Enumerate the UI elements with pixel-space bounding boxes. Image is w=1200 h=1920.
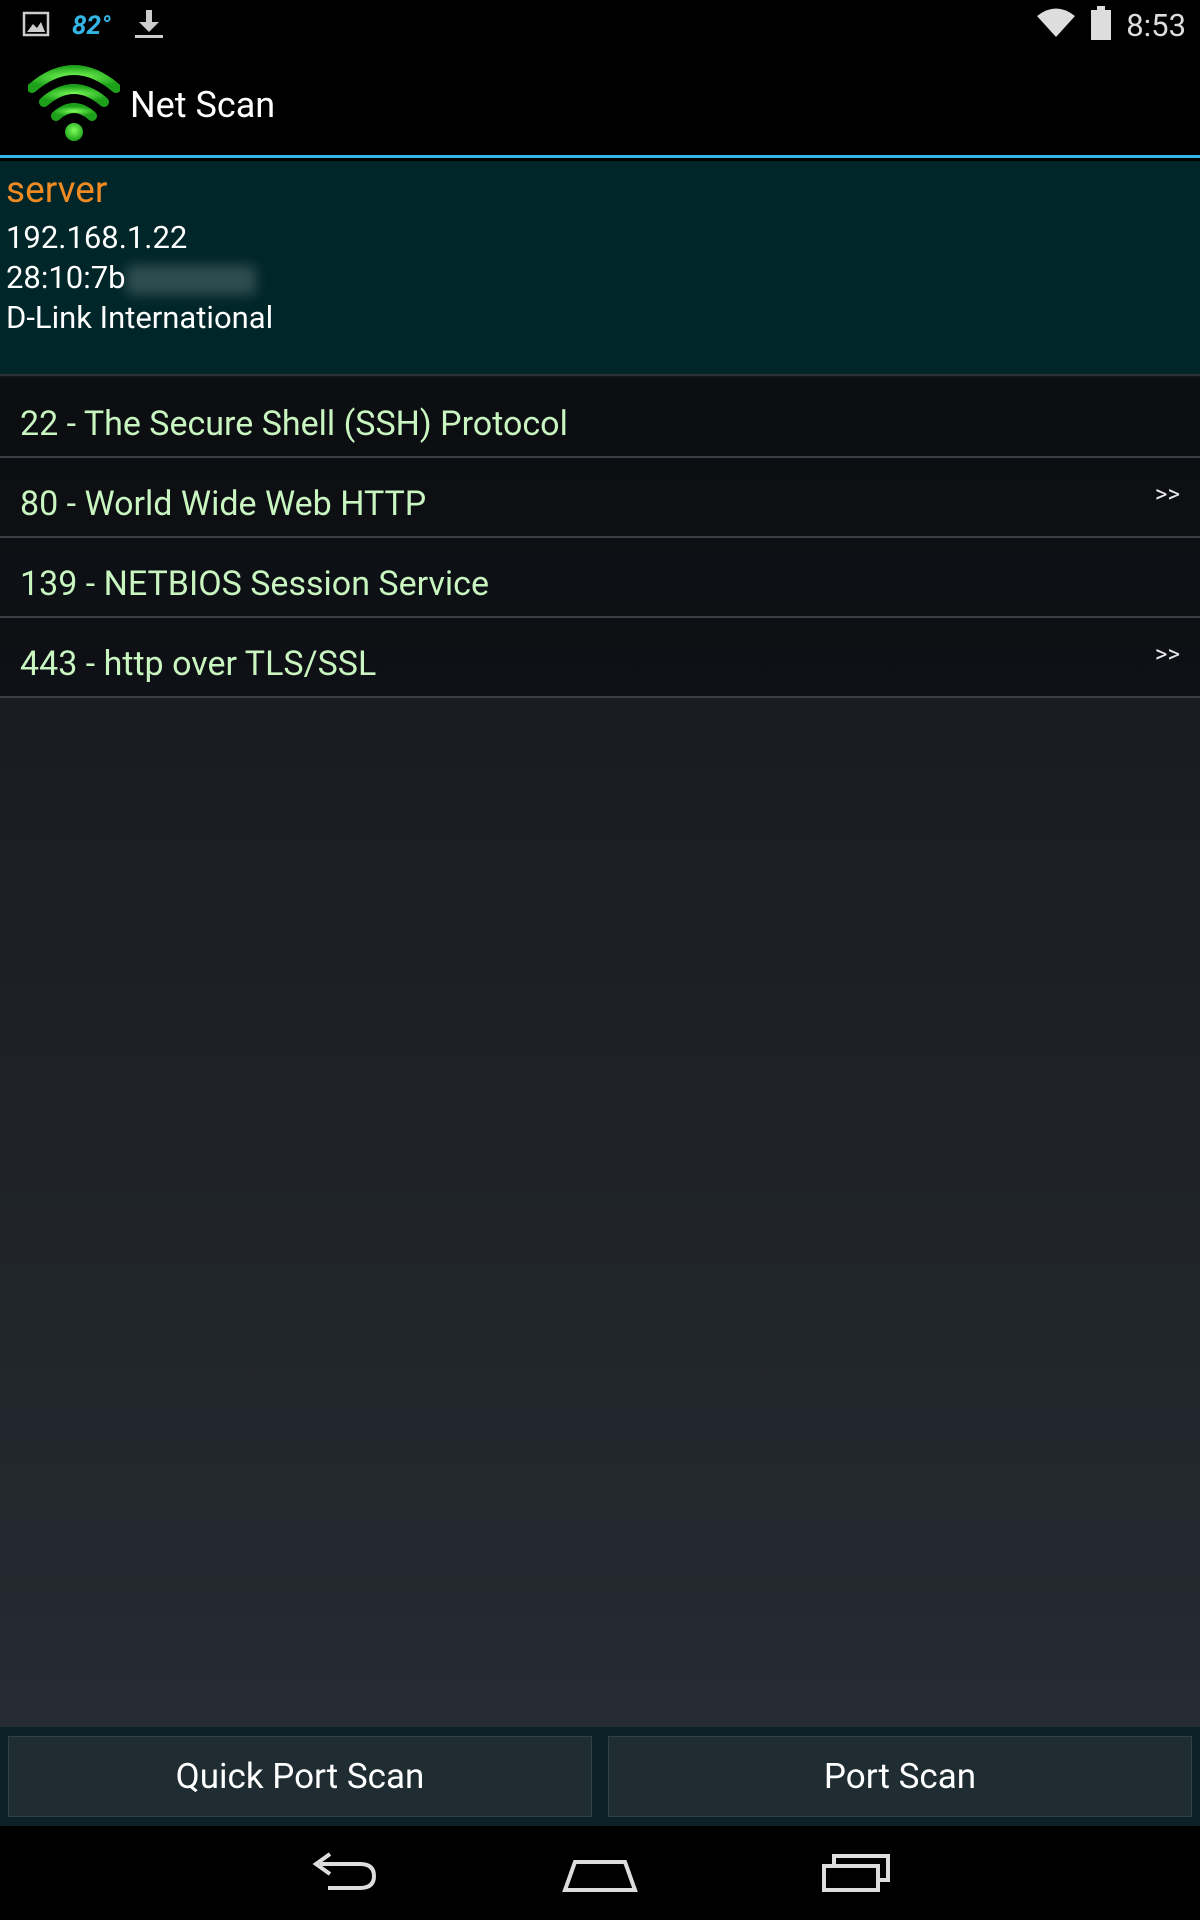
home-icon[interactable]: [555, 1846, 645, 1902]
host-vendor: D-Link International: [6, 299, 274, 336]
notification-icons: 82°: [22, 6, 165, 46]
system-icons: 8:53: [1036, 4, 1186, 46]
back-icon[interactable]: [298, 1846, 388, 1902]
host-ip: 192.168.1.22: [6, 219, 188, 256]
wifi-icon: [1036, 7, 1076, 43]
content-area: server 192.168.1.22 28:10:7b D-Link Inte…: [0, 161, 1200, 1727]
app-title: Net Scan: [130, 84, 276, 126]
host-mac: 28:10:7b: [6, 259, 256, 296]
port-label: 80 - World Wide Web HTTP: [20, 484, 427, 524]
gallery-icon: [22, 10, 50, 42]
mac-redaction: [125, 264, 256, 295]
battery-icon: [1090, 6, 1112, 44]
port-row-443[interactable]: 443 - http over TLS/SSL >>: [0, 618, 1200, 698]
port-label: 139 - NETBIOS Session Service: [20, 564, 490, 604]
navigation-bar: [0, 1826, 1200, 1920]
clock: 8:53: [1126, 6, 1186, 44]
temperature-text: 82°: [72, 11, 111, 41]
host-mac-text: 28:10:7b: [6, 259, 126, 296]
port-label: 22 - The Secure Shell (SSH) Protocol: [20, 404, 568, 444]
status-bar: 82° 8:53: [0, 0, 1200, 50]
port-row-139[interactable]: 139 - NETBIOS Session Service: [0, 538, 1200, 618]
open-port-arrow[interactable]: >>: [1155, 480, 1180, 508]
recent-apps-icon[interactable]: [812, 1846, 902, 1902]
action-bar: Net Scan: [0, 50, 1200, 158]
host-info-card: server 192.168.1.22 28:10:7b D-Link Inte…: [0, 161, 1200, 376]
download-icon: [133, 8, 165, 44]
quick-port-scan-button[interactable]: Quick Port Scan: [8, 1736, 592, 1817]
open-port-arrow[interactable]: >>: [1155, 640, 1180, 668]
host-name: server: [6, 169, 108, 212]
wifi-signal-icon[interactable]: [27, 58, 121, 150]
port-row-22[interactable]: 22 - The Secure Shell (SSH) Protocol: [0, 378, 1200, 458]
scan-button-bar: Quick Port Scan Port Scan: [0, 1727, 1200, 1826]
port-label: 443 - http over TLS/SSL: [20, 644, 377, 684]
port-row-80[interactable]: 80 - World Wide Web HTTP >>: [0, 458, 1200, 538]
port-scan-button[interactable]: Port Scan: [608, 1736, 1192, 1817]
port-list: 22 - The Secure Shell (SSH) Protocol 80 …: [0, 378, 1200, 698]
